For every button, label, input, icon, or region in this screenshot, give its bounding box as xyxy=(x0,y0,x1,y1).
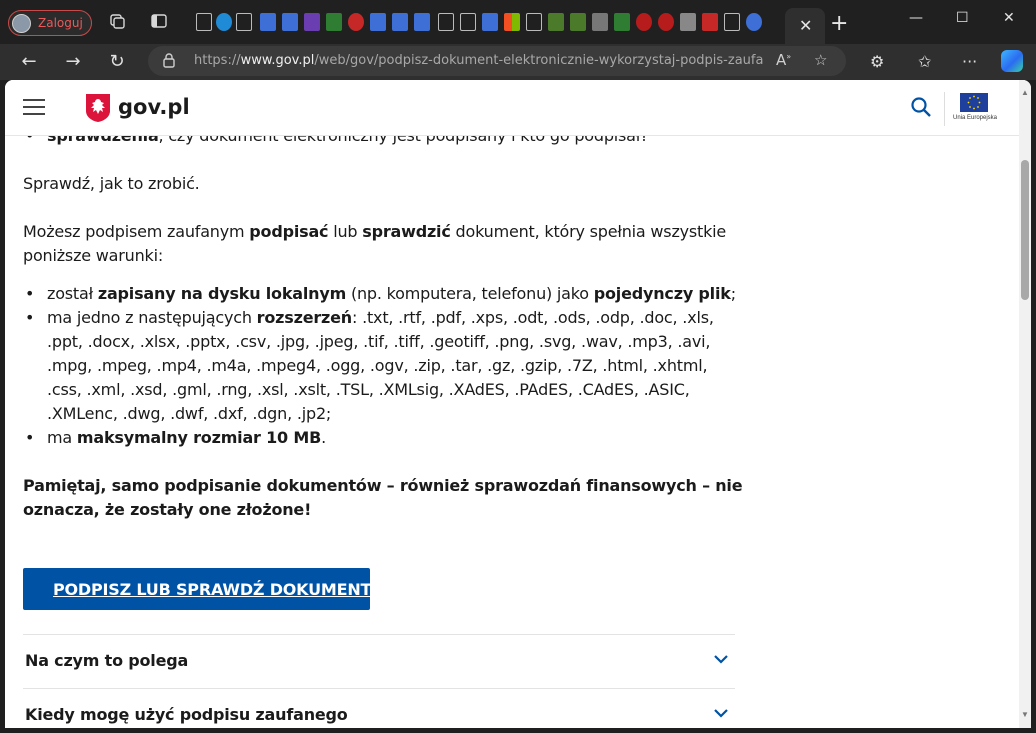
more-menu-icon[interactable]: ··· xyxy=(962,52,977,71)
read-aloud-icon[interactable]: A» xyxy=(776,51,791,69)
site-tab-icon[interactable] xyxy=(548,13,564,31)
menu-icon[interactable] xyxy=(23,99,45,116)
site-tab-icon[interactable] xyxy=(658,13,674,31)
site-brand[interactable]: gov.pl xyxy=(118,95,190,119)
intro-paragraph: Możesz podpisem zaufanym podpisać lub sp… xyxy=(23,222,727,265)
accordion-title: Na czym to polega xyxy=(25,651,189,670)
header-divider xyxy=(944,92,945,126)
accordion-title: Kiedy mogę użyć podpisu zaufanego xyxy=(25,705,348,724)
list-item: ma jedno z następujących rozszerzeń: .tx… xyxy=(23,306,743,426)
tab-strip: Zaloguj ✕ + — ☐ ✕ xyxy=(0,0,1036,44)
document-tab-icon[interactable] xyxy=(724,13,740,31)
site-tab-icon[interactable] xyxy=(636,13,652,31)
profile-button[interactable]: Zaloguj xyxy=(8,10,92,36)
document-tab-icon[interactable] xyxy=(526,13,542,31)
site-tab-icon[interactable] xyxy=(746,13,762,31)
new-tab-button[interactable]: + xyxy=(830,11,848,36)
minimize-button[interactable]: — xyxy=(909,10,923,26)
scrollbar-thumb[interactable] xyxy=(1021,160,1029,300)
microsoft-tab-icon[interactable] xyxy=(504,13,520,31)
scroll-up-icon[interactable]: ▲ xyxy=(1021,88,1029,97)
page-scrollbar[interactable]: ▲ ▼ xyxy=(1019,80,1031,728)
profile-label: Zaloguj xyxy=(38,16,83,30)
site-tab-icon[interactable] xyxy=(592,13,608,31)
list-item: ma maksymalny rozmiar 10 MB. xyxy=(23,426,743,450)
active-tab[interactable]: ✕ xyxy=(785,8,825,44)
html-tab-icon[interactable] xyxy=(304,13,320,31)
site-tab-icon[interactable] xyxy=(614,13,630,31)
window-close-button[interactable]: ✕ xyxy=(1003,10,1015,26)
document-tab-icon[interactable] xyxy=(236,13,252,31)
site-header: gov.pl Unia Europejska xyxy=(5,80,1019,136)
site-tab-icon[interactable] xyxy=(570,13,586,31)
cta-label: PODPISZ LUB SPRAWDŹ DOKUMENT xyxy=(53,580,372,599)
tab-actions-icon[interactable] xyxy=(149,12,169,32)
chevron-down-icon[interactable] xyxy=(713,653,729,665)
bing-tab-icon[interactable] xyxy=(370,13,386,31)
important-note: Pamiętaj, samo podpisanie dokumentów – r… xyxy=(23,476,743,519)
forward-button[interactable]: → xyxy=(60,49,86,75)
edge-tab-icon[interactable] xyxy=(216,13,232,31)
copilot-icon[interactable] xyxy=(1001,50,1023,72)
eu-caption: Unia Europejska xyxy=(952,115,998,121)
govpl-tab-icon[interactable] xyxy=(702,13,718,31)
poland-emblem-icon[interactable] xyxy=(85,93,111,123)
site-tab-icon[interactable] xyxy=(348,13,364,31)
chevron-down-icon[interactable] xyxy=(713,707,729,719)
bing-tab-icon[interactable] xyxy=(482,13,498,31)
accordion-item[interactable]: Na czym to polega xyxy=(23,634,735,688)
browser-toolbar: ← → ↻ https://www.gov.pl/web/gov/podpisz… xyxy=(0,44,1036,80)
lock-icon[interactable] xyxy=(162,53,176,68)
bing-tab-icon[interactable] xyxy=(414,13,430,31)
eu-flag-icon xyxy=(960,93,988,112)
url-text[interactable]: https://www.gov.pl/web/gov/podpisz-dokum… xyxy=(194,53,764,68)
site-tab-icon[interactable] xyxy=(326,13,342,31)
conditions-list: został zapisany na dysku lokalnym (np. k… xyxy=(23,282,743,450)
eu-logo: Unia Europejska xyxy=(950,91,1000,127)
bing-tab-icon[interactable] xyxy=(260,13,276,31)
extensions-icon[interactable]: ⚙ xyxy=(870,52,884,71)
document-tab-icon[interactable] xyxy=(460,13,476,31)
address-bar[interactable]: https://www.gov.pl/web/gov/podpisz-dokum… xyxy=(148,46,846,76)
favorites-icon[interactable]: ✩ xyxy=(918,52,931,71)
page-viewport: gov.pl Unia Europejska sprawdzenia, czy … xyxy=(5,80,1031,728)
refresh-button[interactable]: ↻ xyxy=(104,49,130,75)
favorite-star-icon[interactable]: ☆ xyxy=(814,51,827,69)
avatar xyxy=(12,14,31,33)
howto-paragraph: Sprawdź, jak to zrobić. xyxy=(23,174,200,193)
bing-tab-icon[interactable] xyxy=(282,13,298,31)
bing-tab-icon[interactable] xyxy=(392,13,408,31)
list-item: został zapisany na dysku lokalnym (np. k… xyxy=(23,282,743,306)
tab-close-icon[interactable]: ✕ xyxy=(799,16,812,35)
document-tab-icon[interactable] xyxy=(438,13,454,31)
sign-or-verify-button[interactable]: PODPISZ LUB SPRAWDŹ DOKUMENT xyxy=(23,568,372,610)
accordion-item[interactable]: Kiedy mogę użyć podpisu zaufanego xyxy=(23,688,735,728)
search-icon[interactable] xyxy=(910,96,932,118)
article-content: sprawdzenia, czy dokument elektroniczny … xyxy=(23,124,743,522)
maximize-button[interactable]: ☐ xyxy=(956,10,969,26)
scroll-down-icon[interactable]: ▼ xyxy=(1021,710,1029,719)
back-button[interactable]: ← xyxy=(16,49,42,75)
search-tab-icon[interactable] xyxy=(680,13,696,31)
workspaces-icon[interactable] xyxy=(107,12,127,32)
document-tab-icon[interactable] xyxy=(196,13,212,31)
